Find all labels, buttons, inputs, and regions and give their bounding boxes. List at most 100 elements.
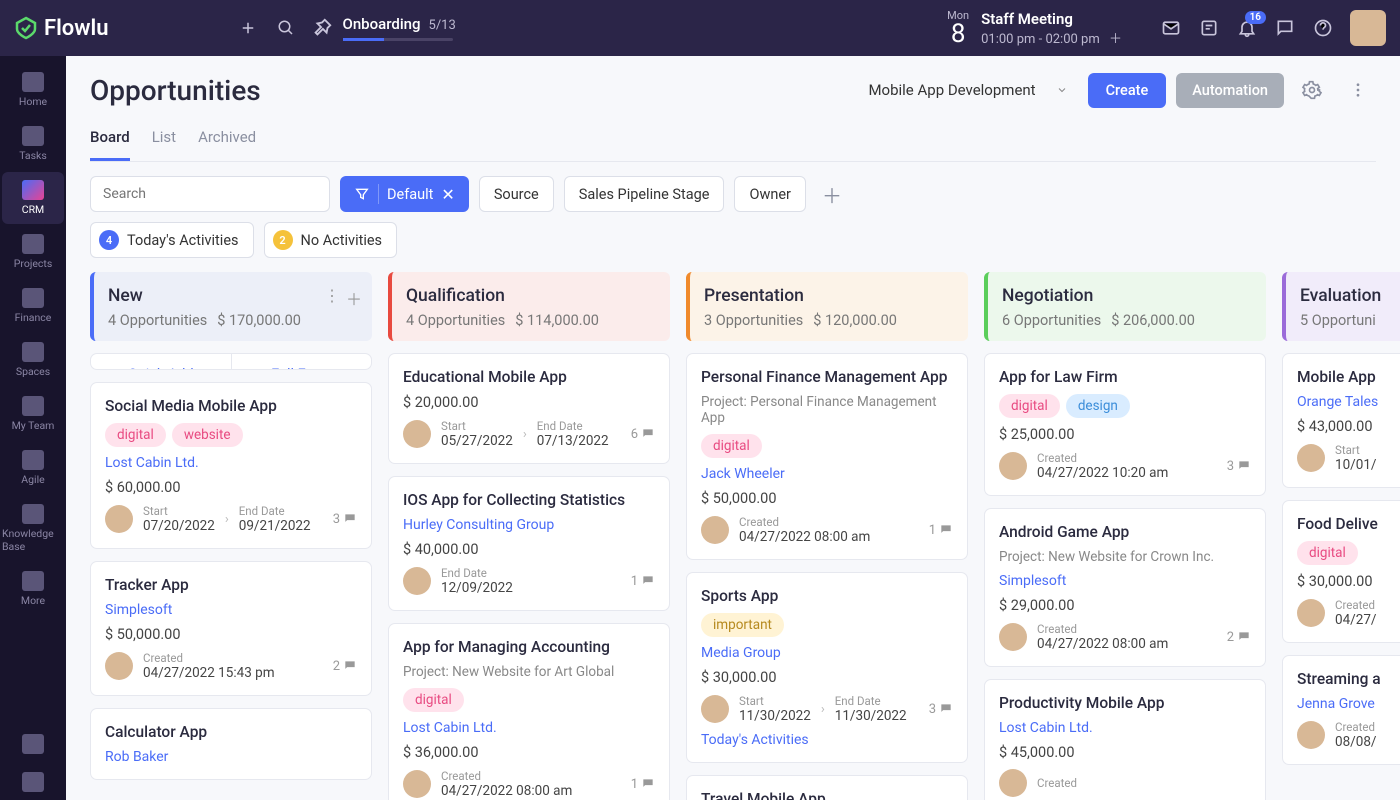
sidebar-item-finance[interactable]: Finance [2, 280, 64, 332]
card-link[interactable]: Jack Wheeler [701, 466, 953, 482]
close-icon[interactable]: ✕ [441, 185, 454, 204]
onboarding-progress-bar [343, 38, 453, 41]
full-form-button[interactable]: Full Form [232, 354, 372, 370]
comments-count[interactable]: 3 [929, 702, 953, 717]
comments-count[interactable]: 2 [333, 659, 357, 674]
opportunity-card[interactable]: App for Law Firmdigitaldesign$ 25,000.00… [984, 353, 1266, 496]
card-title: App for Law Firm [999, 368, 1251, 386]
opportunity-card[interactable]: Social Media Mobile AppdigitalwebsiteLos… [90, 382, 372, 549]
sidebar-item-spaces[interactable]: Spaces [2, 334, 64, 386]
card-title: Productivity Mobile App [999, 694, 1251, 712]
card-link[interactable]: Orange Tales [1297, 394, 1400, 410]
sidebar-item-projects[interactable]: Projects [2, 226, 64, 278]
cal-day: 8 [947, 21, 969, 47]
chat-icon[interactable] [1266, 9, 1304, 47]
sidebar-icon [22, 342, 44, 362]
sidebar-label: Knowledge Base [2, 527, 64, 553]
opportunity-card[interactable]: Sports AppimportantMedia Group$ 30,000.0… [686, 572, 968, 763]
search-input[interactable] [90, 176, 330, 212]
meeting-time: 01:00 pm - 02:00 pm [981, 32, 1100, 47]
comments-count[interactable]: 1 [631, 574, 655, 589]
onboarding-widget[interactable]: Onboarding 5/13 [311, 15, 456, 41]
card-link[interactable]: Media Group [701, 645, 953, 661]
column-add-icon[interactable]: ＋ [346, 286, 362, 310]
opportunity-card[interactable]: Travel Mobile App [686, 775, 968, 800]
default-filter-button[interactable]: Default ✕ [340, 176, 469, 212]
activity-chip[interactable]: 2No Activities [264, 222, 398, 258]
automation-button[interactable]: Automation [1176, 73, 1284, 108]
card-link[interactable]: Lost Cabin Ltd. [999, 720, 1251, 736]
card-link[interactable]: Jenna Grove [1297, 696, 1400, 712]
card-link[interactable]: Simplesoft [105, 602, 357, 618]
comments-count[interactable]: 2 [1227, 630, 1251, 645]
opportunity-card[interactable]: Food Delivedigital$ 30,000.00Created04/2… [1282, 500, 1400, 643]
calendar-widget[interactable]: Mon 8 Staff Meeting 01:00 pm - 02:00 pm … [947, 10, 1122, 47]
tab-board[interactable]: Board [90, 122, 130, 161]
sidebar-gear-icon[interactable] [2, 764, 64, 800]
opportunity-card[interactable]: Productivity Mobile AppLost Cabin Ltd.$ … [984, 679, 1266, 800]
sidebar-item-home[interactable]: Home [2, 64, 64, 116]
activity-chip[interactable]: 4Today's Activities [90, 222, 254, 258]
tag-digital: digital [1297, 541, 1358, 565]
opportunity-card[interactable]: Android Game AppProject: New Website for… [984, 508, 1266, 667]
opportunity-card[interactable]: Mobile AppOrange Tales$ 43,000.00Start10… [1282, 353, 1400, 488]
sidebar-item-crm[interactable]: CRM [2, 172, 64, 224]
opportunity-card[interactable]: Tracker AppSimplesoft$ 50,000.00Created0… [90, 561, 372, 696]
tag-digital: digital [999, 394, 1060, 418]
card-title: Calculator App [105, 723, 357, 741]
card-link[interactable]: Simplesoft [999, 573, 1251, 589]
user-avatar[interactable] [1350, 10, 1386, 46]
sidebar-item-agile[interactable]: Agile [2, 442, 64, 494]
avatar-icon [999, 623, 1027, 651]
column-negotiation: Negotiation6 Opportunities$ 206,000.00Ap… [984, 272, 1266, 800]
filter-source[interactable]: Source [479, 176, 554, 212]
card-link[interactable]: Lost Cabin Ltd. [105, 455, 357, 471]
comments-count[interactable]: 3 [1227, 459, 1251, 474]
sidebar-label: Home [19, 95, 47, 108]
today-activities-link[interactable]: Today's Activities [701, 732, 953, 748]
card-link[interactable]: Rob Baker [105, 749, 357, 765]
quick-add-button[interactable]: Quick Add [91, 354, 232, 370]
sidebar-item-my-team[interactable]: My Team [2, 388, 64, 440]
card-amount: $ 20,000.00 [403, 394, 655, 411]
opportunity-card[interactable]: IOS App for Collecting StatisticsHurley … [388, 476, 670, 611]
comments-count[interactable]: 3 [333, 512, 357, 527]
note-icon[interactable] [1190, 9, 1228, 47]
card-link[interactable]: Hurley Consulting Group [403, 517, 655, 533]
pipeline-select[interactable]: Mobile App Development [858, 75, 1077, 105]
search-icon[interactable] [267, 9, 305, 47]
filter-owner[interactable]: Owner [734, 176, 805, 212]
tab-archived[interactable]: Archived [198, 122, 256, 161]
column-menu-icon[interactable]: ⋮ [324, 286, 340, 310]
created-date: 04/27/2022 08:00 am [1037, 636, 1168, 652]
mail-icon[interactable] [1152, 9, 1190, 47]
sidebar-item-tasks[interactable]: Tasks [2, 118, 64, 170]
help-icon[interactable] [1304, 9, 1342, 47]
sidebar-loop-icon[interactable] [2, 726, 64, 762]
tag-design: design [1066, 394, 1130, 418]
comments-count[interactable]: 6 [631, 427, 655, 442]
add-icon[interactable] [229, 9, 267, 47]
bell-icon[interactable]: 16 [1228, 9, 1266, 47]
tab-list[interactable]: List [152, 122, 176, 161]
sidebar-item-knowledge-base[interactable]: Knowledge Base [2, 496, 64, 561]
arrow-icon: › [523, 427, 527, 442]
opportunity-card[interactable]: Educational Mobile App$ 20,000.00Start05… [388, 353, 670, 464]
add-filter-icon[interactable]: ＋ [816, 178, 848, 210]
more-icon[interactable] [1340, 72, 1376, 108]
logo[interactable]: Flowlu [14, 16, 109, 41]
opportunity-card[interactable]: Personal Finance Management AppProject: … [686, 353, 968, 560]
opportunity-card[interactable]: App for Managing AccountingProject: New … [388, 623, 670, 800]
avatar-icon [1297, 444, 1325, 472]
comments-count[interactable]: 1 [631, 777, 655, 792]
sidebar-item-more[interactable]: More [2, 563, 64, 615]
card-link[interactable]: Lost Cabin Ltd. [403, 720, 655, 736]
opportunity-card[interactable]: Streaming aJenna GroveCreated08/08/ [1282, 655, 1400, 765]
opportunity-card[interactable]: Calculator App Rob Baker [90, 708, 372, 780]
comments-count[interactable]: 1 [929, 523, 953, 538]
column-header: New4 Opportunities$ 170,000.00⋮＋ [90, 272, 372, 341]
filter-sales-pipeline-stage[interactable]: Sales Pipeline Stage [564, 176, 725, 212]
gear-icon[interactable] [1294, 72, 1330, 108]
create-button[interactable]: Create [1088, 73, 1167, 108]
sidebar-label: Agile [21, 473, 44, 486]
